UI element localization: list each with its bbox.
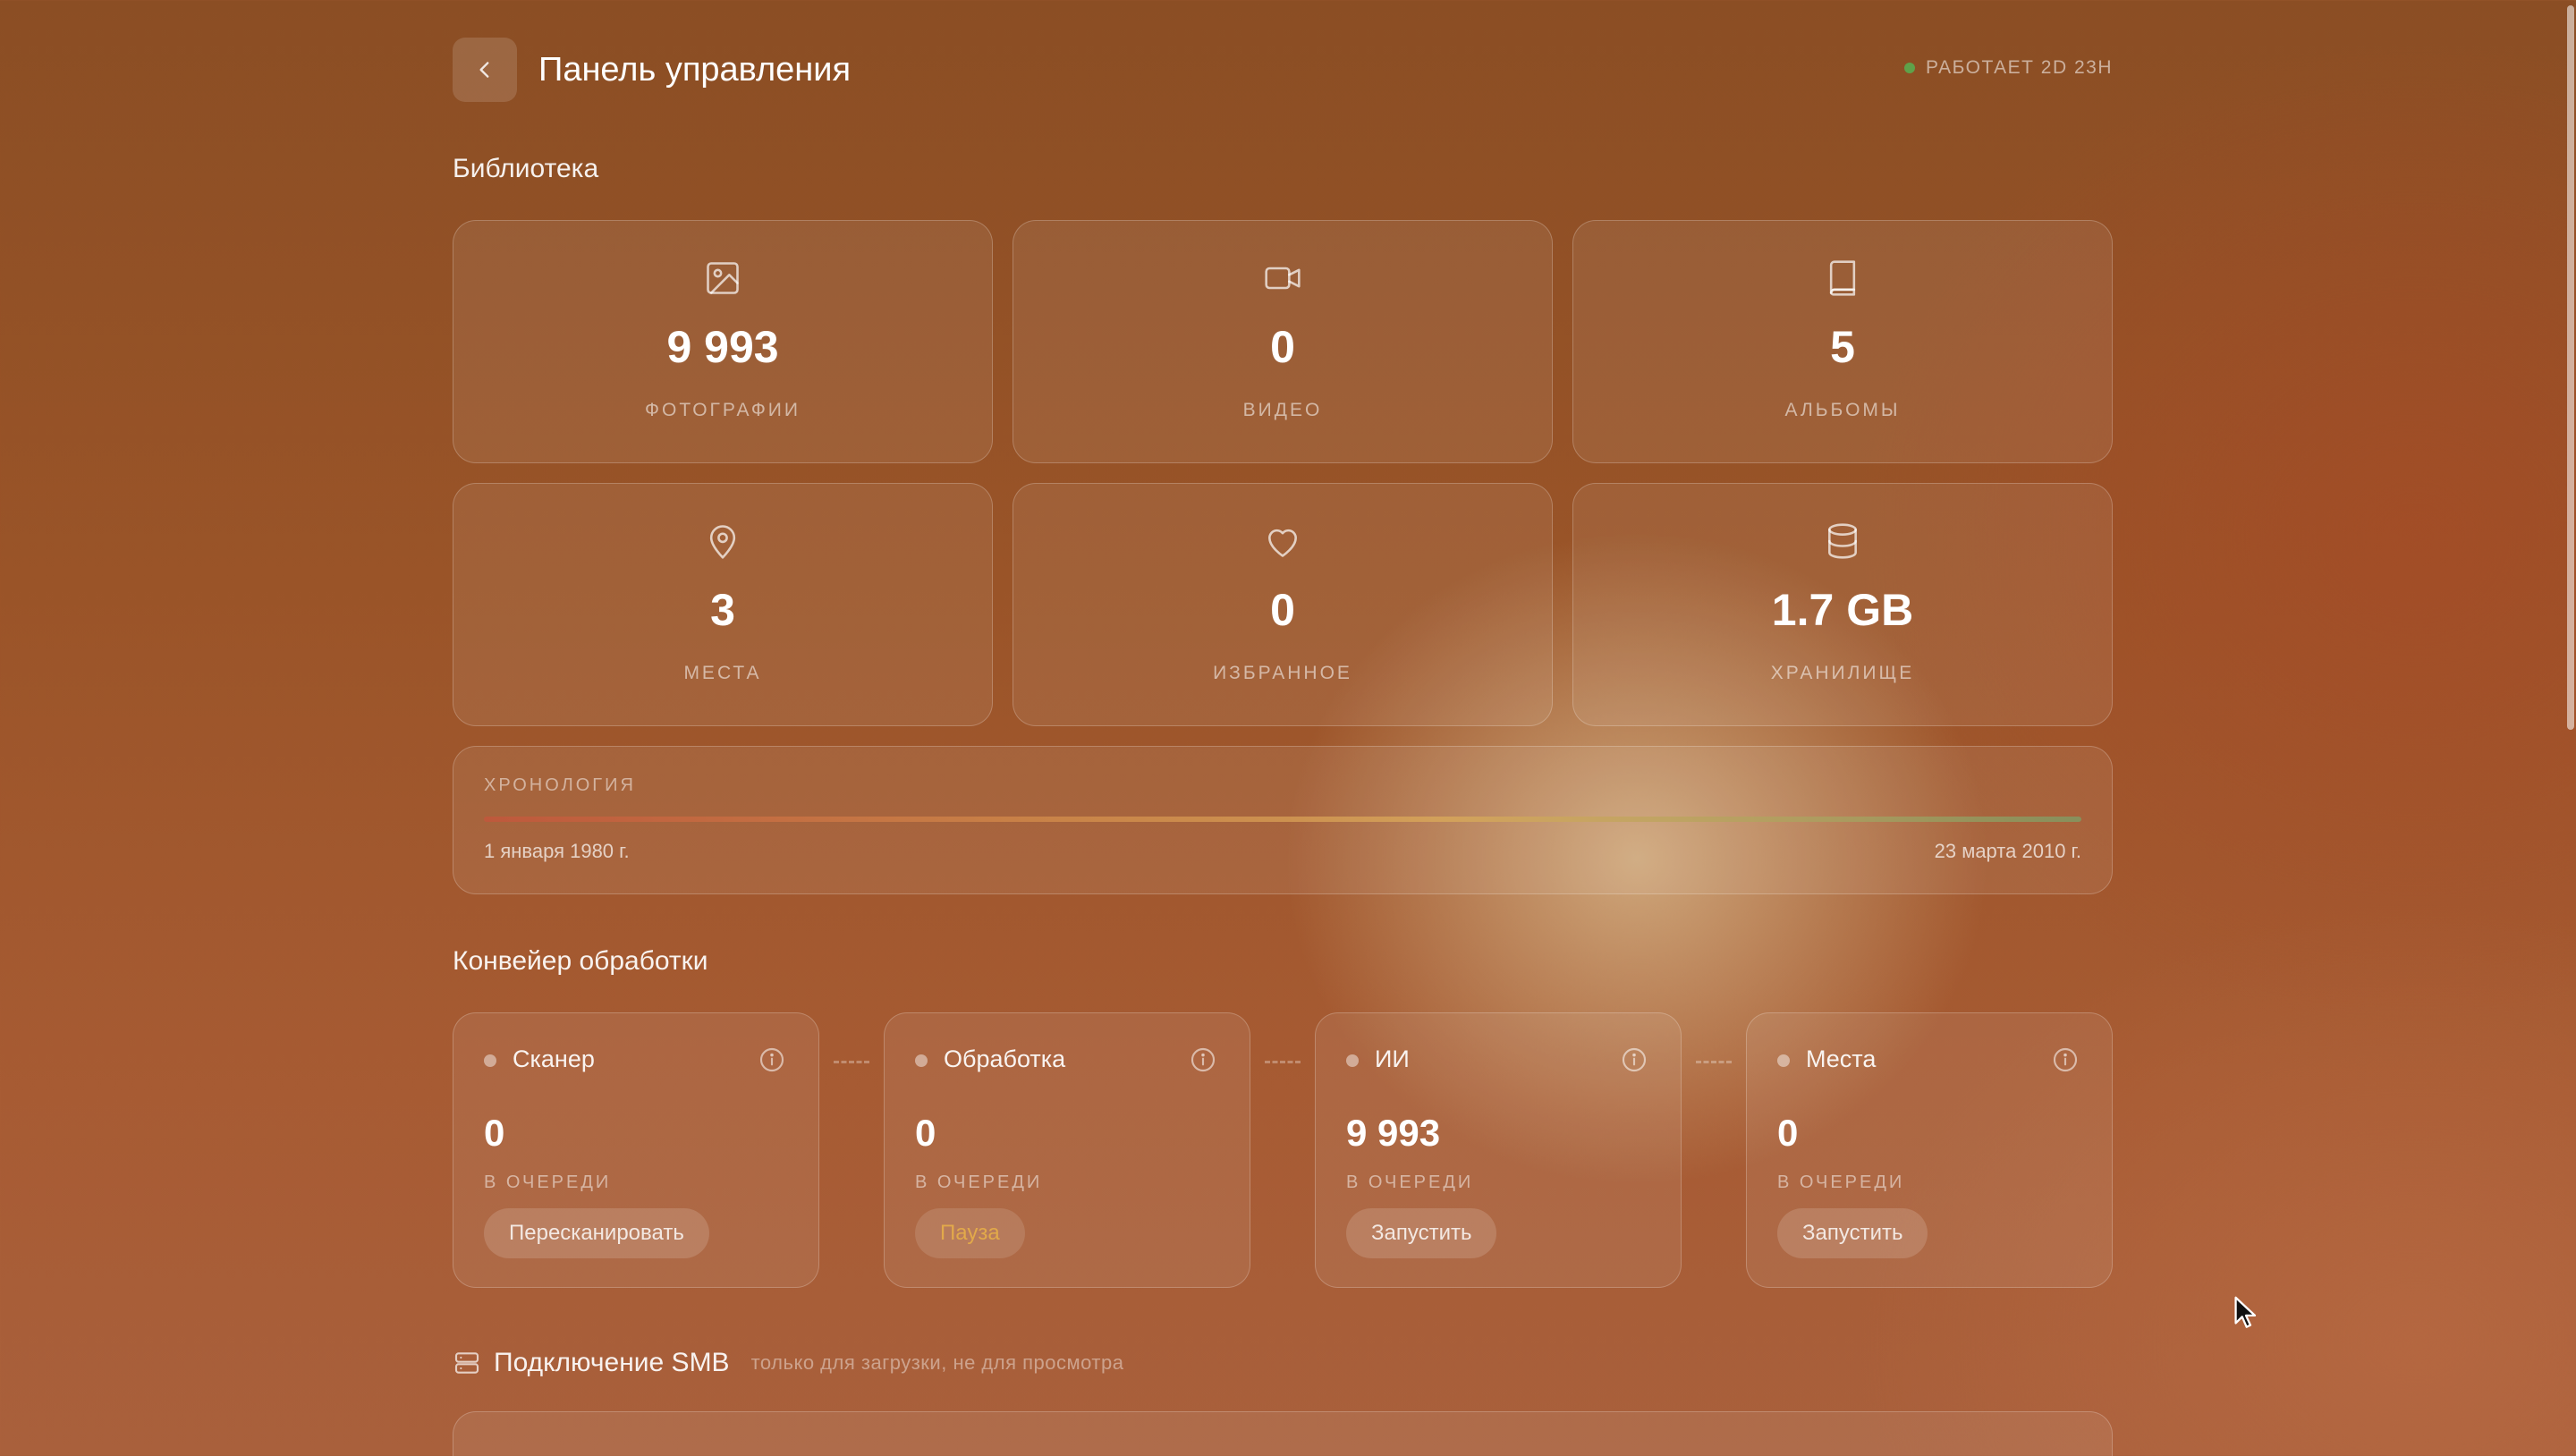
stat-label: ВИДЕО — [1242, 400, 1323, 420]
stage-connector — [834, 1061, 869, 1063]
timeline-start-date: 1 января 1980 г. — [484, 840, 630, 862]
image-icon — [707, 262, 739, 294]
scrollbar[interactable] — [2565, 0, 2576, 1456]
stage-name: Обработка — [944, 1045, 1066, 1072]
heart-icon — [1268, 529, 1297, 557]
stage-status-dot — [1777, 1054, 1790, 1067]
stat-value: 0 — [1270, 585, 1295, 635]
smb-title: Подключение SMB — [494, 1348, 730, 1377]
mouse-cursor-icon — [2234, 1296, 2257, 1328]
timeline-bar[interactable] — [484, 817, 2081, 822]
status-text: РАБОТАЕТ 2D 23H — [1926, 57, 2113, 78]
timeline-label: ХРОНОЛОГИЯ — [484, 775, 636, 795]
stat-value: 5 — [1830, 322, 1855, 372]
scrollbar-thumb[interactable] — [2567, 5, 2574, 730]
stage-connector — [1696, 1061, 1732, 1063]
header: Панель управления РАБОТАЕТ 2D 23H — [453, 38, 2113, 102]
server-icon — [454, 1352, 479, 1374]
start-places-button[interactable]: Запустить — [1777, 1208, 1928, 1258]
info-icon[interactable] — [1189, 1045, 1217, 1074]
rescan-button[interactable]: Пересканировать — [484, 1208, 709, 1258]
stage-queue-label: В ОЧЕРЕДИ — [484, 1172, 612, 1192]
stage-status-dot — [915, 1054, 928, 1067]
stat-card-places[interactable]: 3 МЕСТА — [453, 483, 993, 726]
video-icon — [1265, 267, 1301, 290]
stage-name: Места — [1806, 1045, 1877, 1072]
info-icon[interactable] — [758, 1045, 786, 1074]
stage-queue-label: В ОЧЕРЕДИ — [915, 1172, 1043, 1192]
pipeline-stage-ai: ИИ 9 993 В ОЧЕРЕДИ Запустить — [1315, 1012, 1682, 1288]
stat-card-videos[interactable]: 0 ВИДЕО — [1013, 220, 1553, 463]
stage-queue-count: 9 993 — [1346, 1112, 1441, 1154]
pipeline-stage-processing: Обработка 0 В ОЧЕРЕДИ Пауза — [884, 1012, 1250, 1288]
pipeline-title: Конвейер обработки — [453, 946, 708, 976]
database-icon — [1828, 523, 1857, 559]
stage-connector — [1265, 1061, 1301, 1063]
stat-value: 9 993 — [666, 322, 779, 372]
stage-queue-label: В ОЧЕРЕДИ — [1346, 1172, 1474, 1192]
stat-label: ИЗБРАННОЕ — [1213, 663, 1352, 683]
pause-button[interactable]: Пауза — [915, 1208, 1025, 1258]
info-icon[interactable] — [1620, 1045, 1648, 1074]
uptime-status: РАБОТАЕТ 2D 23H — [1904, 57, 2113, 79]
stat-card-favorites[interactable]: 0 ИЗБРАННОЕ — [1013, 483, 1553, 726]
info-icon[interactable] — [2051, 1045, 2080, 1074]
status-dot — [1904, 63, 1915, 73]
stage-status-dot — [484, 1054, 496, 1067]
page-title: Панель управления — [538, 51, 852, 89]
stage-queue-count: 0 — [484, 1112, 505, 1154]
stage-status-dot — [1346, 1054, 1359, 1067]
stat-card-photos[interactable]: 9 993 ФОТОГРАФИИ — [453, 220, 993, 463]
stat-card-storage[interactable]: 1.7 GB ХРАНИЛИЩЕ — [1572, 483, 2113, 726]
pipeline-stage-scanner: Сканер 0 В ОЧЕРЕДИ Пересканировать — [453, 1012, 819, 1288]
pipeline-stage-places: Места 0 В ОЧЕРЕДИ Запустить — [1746, 1012, 2113, 1288]
timeline-card[interactable]: ХРОНОЛОГИЯ 1 января 1980 г. 23 марта 201… — [453, 746, 2113, 894]
stat-label: МЕСТА — [683, 663, 762, 683]
stat-value: 1.7 GB — [1771, 585, 1914, 635]
stage-queue-count: 0 — [1777, 1112, 1799, 1154]
stat-label: ФОТОГРАФИИ — [645, 400, 801, 420]
book-icon — [1829, 260, 1856, 296]
stat-value: 0 — [1270, 322, 1295, 372]
chevron-left-icon — [479, 62, 489, 78]
back-button[interactable] — [453, 38, 517, 102]
stage-queue-label: В ОЧЕРЕДИ — [1777, 1172, 1905, 1192]
stat-label: АЛЬБОМЫ — [1784, 400, 1901, 420]
start-ai-button[interactable]: Запустить — [1346, 1208, 1497, 1258]
library-title: Библиотека — [453, 154, 599, 183]
stage-name: ИИ — [1375, 1045, 1410, 1072]
smb-header: Подключение SMB только для загрузки, не … — [453, 1345, 1123, 1381]
stage-name: Сканер — [513, 1045, 595, 1072]
stat-label: ХРАНИЛИЩЕ — [1770, 663, 1915, 683]
stage-queue-count: 0 — [915, 1112, 936, 1154]
stat-card-albums[interactable]: 5 АЛЬБОМЫ — [1572, 220, 2113, 463]
smb-note: только для загрузки, не для просмотра — [750, 1351, 1124, 1374]
smb-card — [453, 1411, 2113, 1456]
stat-value: 3 — [710, 585, 735, 635]
timeline-end-date: 23 марта 2010 г. — [1934, 840, 2081, 862]
map-pin-icon — [709, 525, 736, 559]
